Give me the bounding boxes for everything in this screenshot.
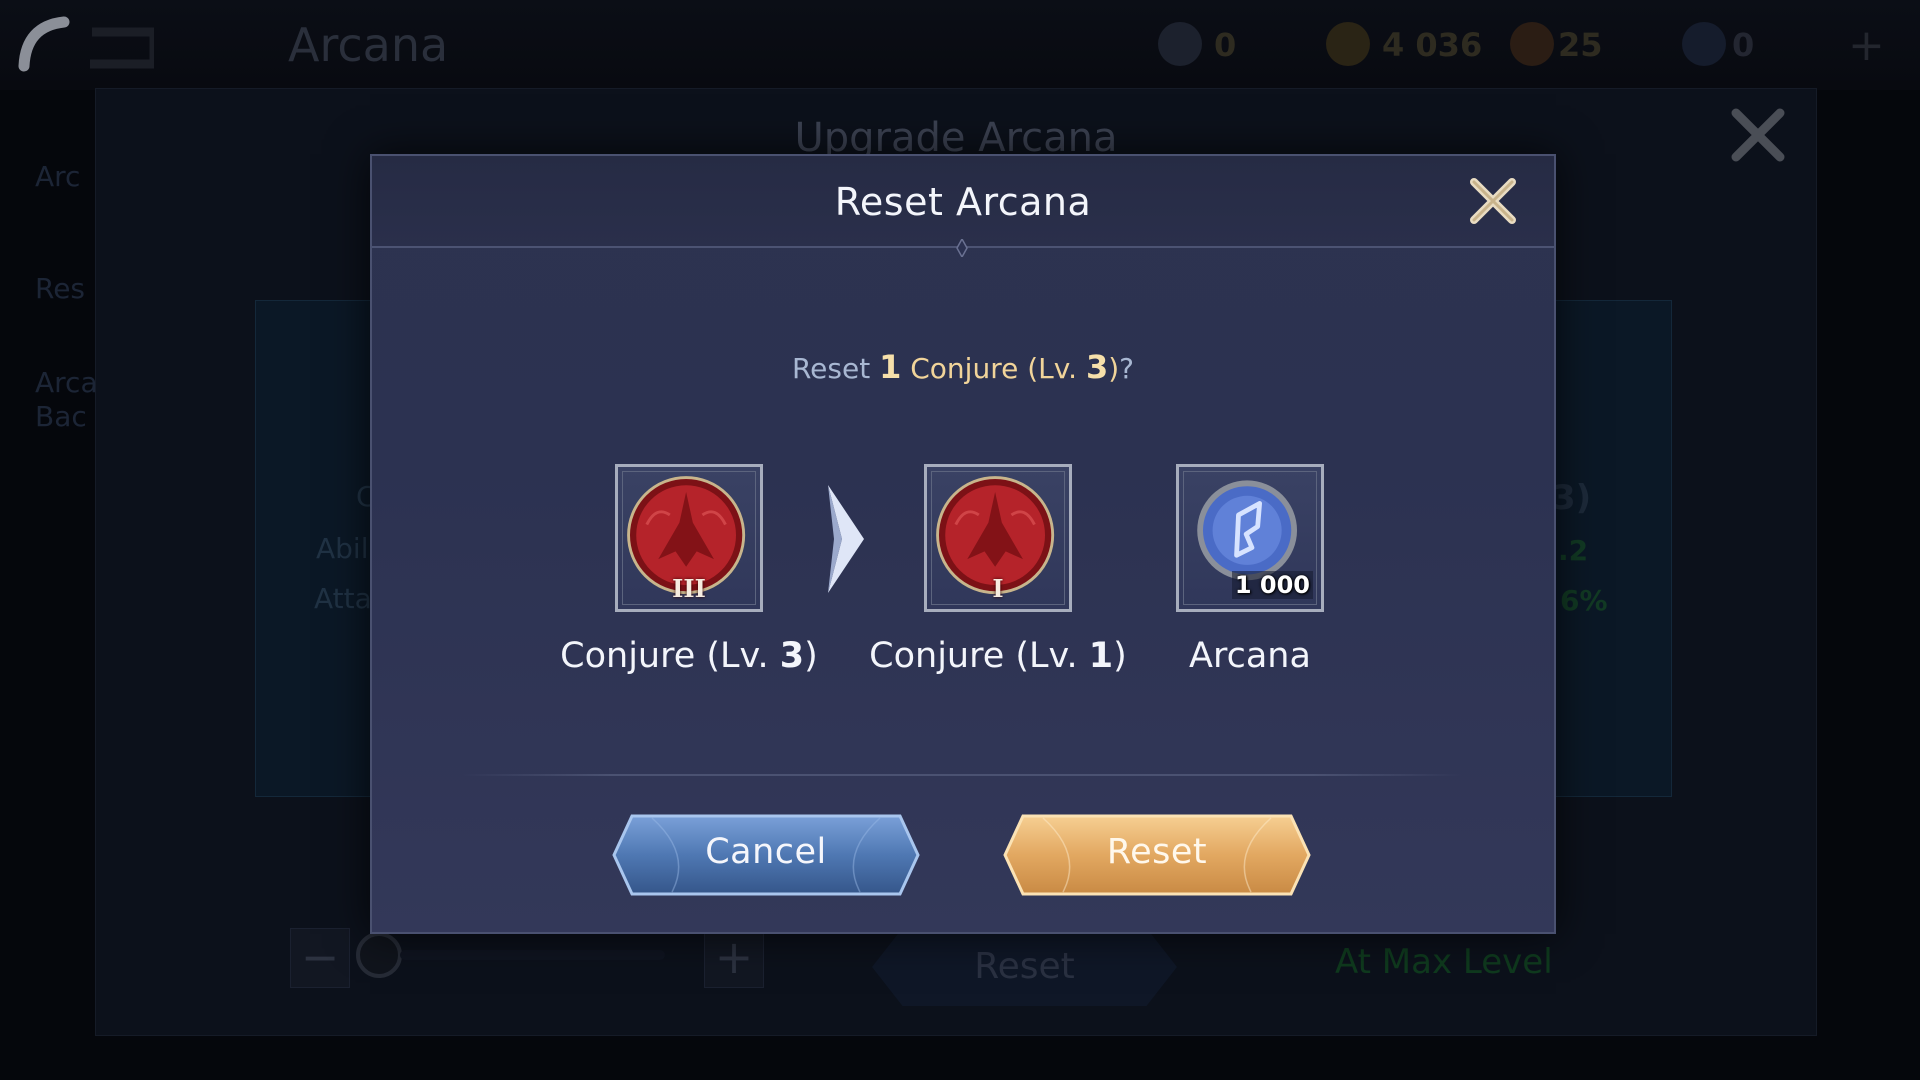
dialog-header: Reset Arcana	[372, 156, 1554, 248]
question-level: 3	[1085, 348, 1109, 386]
reset-button-label: Reset	[1106, 832, 1208, 872]
fragment-icon	[1682, 22, 1726, 66]
current-arcana-label: Conjure (Lv. 3)	[539, 636, 839, 676]
reset-arcana-dialog: Reset Arcana Reset 1 Conjure (Lv. 3)? II…	[370, 154, 1556, 934]
dialog-title: Reset Arcana	[834, 180, 1092, 224]
question-count: 1	[879, 348, 902, 386]
sidebar-item-arcana-backpack[interactable]: Arca	[35, 366, 98, 399]
close-icon[interactable]	[1728, 105, 1788, 165]
item-level: 3	[779, 636, 805, 676]
battle-point-count: 4 036	[1382, 26, 1483, 64]
quantity-slider-knob[interactable]	[356, 932, 402, 978]
decrease-button[interactable]: −	[290, 928, 350, 988]
arcana-refund-slot: 1 000	[1176, 464, 1324, 612]
card-right-title: 3)	[1552, 478, 1592, 518]
background-reset-button[interactable]: Reset	[872, 928, 1177, 1006]
ticket-icon	[1158, 22, 1202, 66]
sidebar-item-arcana[interactable]: Arc	[35, 160, 80, 193]
question-close: )	[1108, 352, 1120, 385]
item-close: )	[804, 636, 818, 676]
divider-ornament-icon	[956, 239, 968, 257]
reset-button[interactable]: Reset	[1003, 814, 1311, 896]
back-icon[interactable]	[14, 14, 154, 74]
sidebar-item-reset[interactable]: Res	[35, 272, 85, 305]
arcana-refund-label: Arcana	[1189, 636, 1311, 676]
card-left-line1: Abil	[316, 532, 369, 565]
arrow-right-icon	[828, 485, 864, 593]
top-bar: Arcana 0 4 036 25 0 +	[0, 0, 1920, 90]
question-item-name: Conjure (Lv.	[901, 352, 1086, 385]
fragment-count: 0	[1732, 26, 1755, 64]
increase-button[interactable]: +	[704, 928, 764, 988]
diamond-count: 25	[1558, 26, 1603, 64]
card-left-line2: Atta	[314, 582, 372, 615]
quantity-slider-track[interactable]	[400, 950, 665, 960]
max-level-label: At Max Level	[1335, 942, 1553, 982]
reset-question: Reset 1 Conjure (Lv. 3)?	[372, 348, 1554, 386]
level-numeral: III	[672, 574, 706, 603]
cancel-button[interactable]: Cancel	[612, 814, 920, 896]
diamond-icon	[1510, 22, 1554, 66]
dialog-divider	[462, 774, 1462, 776]
card-right-line1: .2	[1558, 534, 1589, 567]
result-arcana-slot: I	[924, 464, 1072, 612]
sidebar-item-arcana-backpack-line2: Bac	[35, 400, 87, 433]
question-prefix: Reset	[791, 352, 880, 385]
item-name: Conjure (Lv.	[869, 636, 1089, 676]
ticket-count: 0	[1214, 26, 1237, 64]
card-right-line2: 6%	[1560, 584, 1608, 617]
close-icon[interactable]	[1466, 174, 1520, 228]
page-title: Arcana	[288, 18, 449, 72]
add-currency-button[interactable]: +	[1848, 20, 1885, 71]
level-numeral: I	[992, 574, 1004, 603]
current-arcana-slot: III	[615, 464, 763, 612]
cancel-button-label: Cancel	[705, 832, 827, 872]
question-suffix: ?	[1119, 352, 1135, 385]
arcana-quantity: 1 000	[1231, 571, 1313, 599]
item-name: Conjure (Lv.	[560, 636, 780, 676]
battle-point-coin-icon	[1326, 22, 1370, 66]
